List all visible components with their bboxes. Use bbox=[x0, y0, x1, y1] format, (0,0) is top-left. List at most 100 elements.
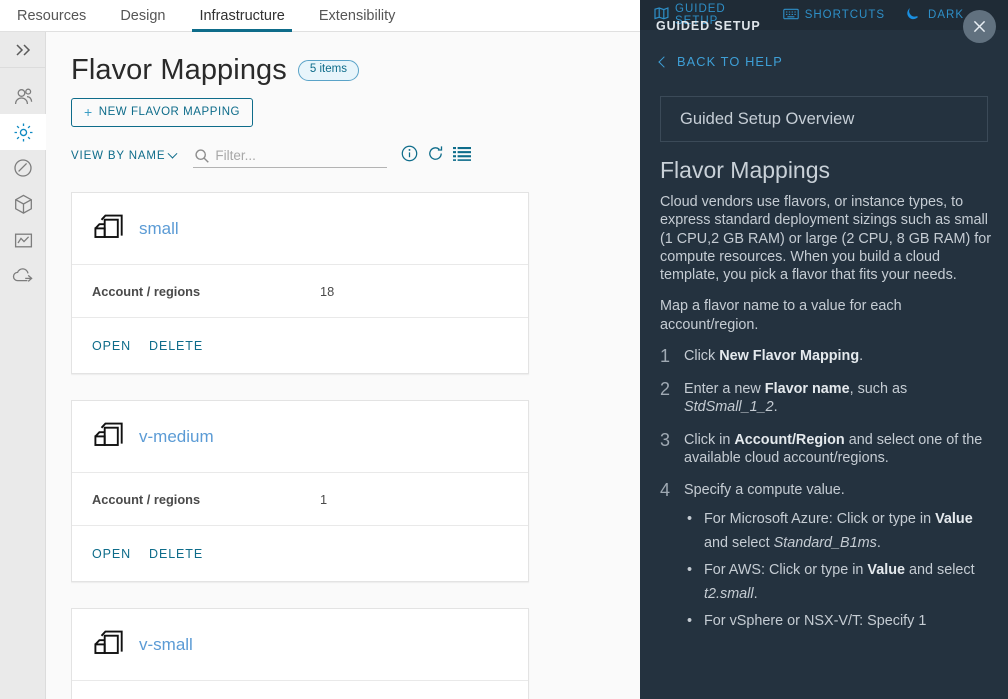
items-count-badge: 5 items bbox=[297, 60, 359, 81]
cloud-upload-icon bbox=[12, 267, 34, 285]
sub-bullet: For AWS: Click or type in Value and sele… bbox=[684, 558, 994, 606]
open-button[interactable]: OPEN bbox=[92, 547, 131, 561]
sidebar-item-activity[interactable] bbox=[0, 222, 46, 258]
toolbar-icon-group bbox=[401, 145, 472, 167]
flavor-name-link[interactable]: small bbox=[139, 219, 179, 239]
page-title: Flavor Mappings bbox=[71, 54, 287, 86]
dark-label: DARK bbox=[928, 9, 964, 21]
open-button[interactable]: OPEN bbox=[92, 339, 131, 353]
delete-button[interactable]: DELETE bbox=[149, 339, 203, 353]
left-region: Resources Design Infrastructure Extensib… bbox=[0, 0, 661, 699]
tab-label: Infrastructure bbox=[199, 7, 285, 24]
sidebar-item-users[interactable] bbox=[0, 78, 46, 114]
step-number: 3 bbox=[660, 429, 671, 450]
panel-paragraph-1: Cloud vendors use flavors, or instance t… bbox=[660, 194, 992, 284]
policy-no-entry-icon bbox=[13, 158, 33, 178]
plus-icon: + bbox=[84, 104, 93, 120]
step-number: 4 bbox=[660, 480, 671, 501]
shortcuts-label: SHORTCUTS bbox=[804, 9, 886, 21]
tab-label: Resources bbox=[17, 7, 87, 24]
panel-heading: Flavor Mappings bbox=[660, 157, 831, 183]
step-text: Specify a compute value. For Microsoft A… bbox=[684, 481, 994, 635]
tab-infrastructure[interactable]: Infrastructure bbox=[182, 0, 301, 32]
flavor-card-list[interactable]: small Account / regions 18 OPEN DELETE v… bbox=[71, 192, 623, 699]
step-number: 2 bbox=[660, 379, 671, 400]
gear-icon bbox=[13, 122, 34, 143]
rail-spacer bbox=[0, 68, 45, 78]
tab-label: Design bbox=[120, 7, 166, 24]
sidebar-item-onboarding[interactable] bbox=[0, 258, 46, 294]
flavor-name-link[interactable]: v-medium bbox=[139, 427, 214, 447]
panel-title: GUIDED SETUP bbox=[656, 19, 761, 33]
flavor-card[interactable]: v-small Account / regions 4 OPEN DELETE bbox=[71, 608, 529, 699]
tab-design[interactable]: Design bbox=[103, 0, 182, 32]
step-item: 1 Click New Flavor Mapping. bbox=[660, 347, 994, 366]
info-icon[interactable] bbox=[401, 145, 418, 167]
filter-field-wrapper bbox=[193, 145, 388, 169]
search-input[interactable] bbox=[215, 148, 381, 163]
delete-button[interactable]: DELETE bbox=[149, 547, 203, 561]
back-to-help-link[interactable]: BACK TO HELP bbox=[658, 54, 783, 69]
card-header: small bbox=[72, 193, 528, 265]
card-field-value: 18 bbox=[320, 283, 335, 299]
sidebar-item-resources[interactable] bbox=[0, 186, 46, 222]
view-by-dropdown[interactable]: VIEW BY NAME bbox=[71, 148, 178, 162]
sub-bullet: For vSphere or NSX-V/T: Specify 1 bbox=[684, 609, 994, 633]
tab-resources[interactable]: Resources bbox=[0, 0, 103, 32]
card-header: v-small bbox=[72, 609, 528, 681]
list-view-icon[interactable] bbox=[453, 146, 472, 166]
back-to-help-label: BACK TO HELP bbox=[677, 54, 783, 69]
tab-extensibility[interactable]: Extensibility bbox=[302, 0, 413, 32]
shortcuts-menu-item[interactable]: SHORTCUTS bbox=[773, 0, 895, 30]
flavor-blocks-icon bbox=[92, 419, 125, 454]
sub-bullet-list: For Microsoft Azure: Click or type in Va… bbox=[684, 507, 994, 633]
top-tab-bar: Resources Design Infrastructure Extensib… bbox=[0, 0, 640, 32]
icon-rail bbox=[0, 32, 46, 699]
app-root: Resources Design Infrastructure Extensib… bbox=[0, 0, 1008, 699]
chevron-left-icon bbox=[658, 55, 670, 68]
search-icon bbox=[194, 148, 210, 169]
card-actions: OPEN DELETE bbox=[72, 526, 528, 581]
card-field-row: Account / regions 4 bbox=[72, 681, 528, 699]
step-item: 2 Enter a new Flavor name, such as StdSm… bbox=[660, 380, 994, 417]
card-field-row: Account / regions 1 bbox=[72, 473, 528, 526]
flavor-name-link[interactable]: v-small bbox=[139, 635, 193, 655]
main-content: Flavor Mappings 5 items + NEW FLAVOR MAP… bbox=[46, 32, 661, 699]
chevron-double-right-icon[interactable] bbox=[0, 32, 46, 68]
flavor-blocks-icon bbox=[92, 627, 125, 662]
activity-chart-icon bbox=[14, 231, 33, 250]
panel-body: Flavor Mappings Cloud vendors use flavor… bbox=[660, 157, 994, 650]
card-field-label: Account / regions bbox=[92, 283, 201, 299]
flavor-card[interactable]: small Account / regions 18 OPEN DELETE bbox=[71, 192, 529, 374]
steps-list: 1 Click New Flavor Mapping. 2 Enter a ne… bbox=[660, 347, 994, 635]
flavor-blocks-icon bbox=[92, 211, 125, 246]
card-field-row: Account / regions 18 bbox=[72, 265, 528, 318]
close-panel-button[interactable] bbox=[963, 10, 996, 43]
step-item: 3 Click in Account/Region and select one… bbox=[660, 429, 994, 468]
keyboard-icon bbox=[782, 8, 799, 23]
card-field-label: Account / regions bbox=[92, 491, 201, 507]
card-field-value: 1 bbox=[320, 491, 328, 507]
overview-title: Guided Setup Overview bbox=[660, 96, 988, 142]
sidebar-item-policies[interactable] bbox=[0, 150, 46, 186]
chevron-down-icon bbox=[167, 148, 178, 159]
step-text: Click in Account/Region and select one o… bbox=[684, 431, 983, 466]
users-icon bbox=[13, 87, 34, 106]
new-flavor-mapping-label: NEW FLAVOR MAPPING bbox=[98, 106, 241, 118]
refresh-icon[interactable] bbox=[427, 145, 444, 167]
cube-icon bbox=[14, 194, 33, 215]
flavor-card[interactable]: v-medium Account / regions 1 OPEN DELETE bbox=[71, 400, 529, 582]
sub-bullet: For Microsoft Azure: Click or type in Va… bbox=[684, 507, 994, 555]
step-text: Enter a new Flavor name, such as StdSmal… bbox=[684, 381, 908, 416]
step-text: Click New Flavor Mapping. bbox=[684, 348, 864, 365]
sidebar-item-configuration[interactable] bbox=[0, 114, 46, 150]
title-row: Flavor Mappings 5 items bbox=[71, 54, 640, 87]
step-number: 1 bbox=[660, 346, 671, 367]
list-toolbar: VIEW BY NAME bbox=[71, 143, 640, 169]
view-by-label: VIEW BY NAME bbox=[71, 150, 166, 162]
card-header: v-medium bbox=[72, 401, 528, 473]
page-header: Flavor Mappings 5 items + NEW FLAVOR MAP… bbox=[46, 32, 640, 127]
tab-label: Extensibility bbox=[318, 7, 396, 24]
guided-setup-overview-card[interactable]: Guided Setup Overview bbox=[660, 96, 988, 142]
new-flavor-mapping-button[interactable]: + NEW FLAVOR MAPPING bbox=[71, 98, 254, 127]
